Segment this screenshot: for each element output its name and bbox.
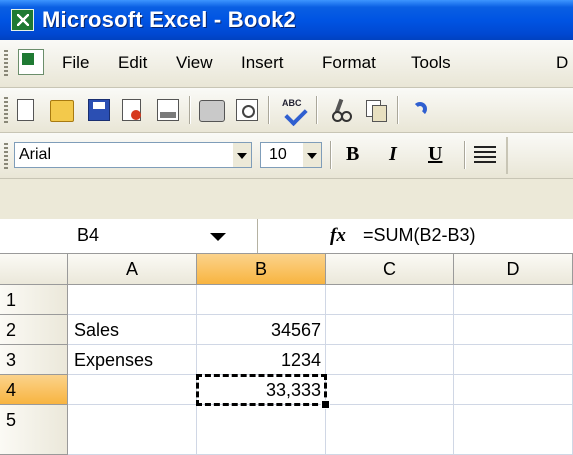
row-header-label: 1 [6,290,17,310]
align-left-icon[interactable] [474,146,496,164]
menu-tools[interactable]: Tools [411,53,451,73]
worksheet-grid: A B C D 1 2 3 4 5 Sales 34567 Expenses 1… [0,254,573,455]
excel-app-icon[interactable] [11,9,34,31]
row-header-label: 5 [6,410,17,430]
row-header-label: 3 [6,350,17,370]
underline-button[interactable]: U [428,143,442,166]
row-header-2[interactable]: 2 [0,315,68,345]
cell-c2[interactable] [326,315,454,345]
standard-toolbar: ABC [0,88,573,133]
cell-a1[interactable] [68,285,197,315]
toolbar-separator [316,96,318,124]
font-size-combo[interactable]: 10 [260,142,322,168]
menu-edit[interactable]: Edit [118,53,147,73]
cut-icon[interactable] [329,98,352,122]
cell-b4[interactable]: 33,333 [197,375,326,405]
toolbar-separator [397,96,399,124]
cell-d2[interactable] [454,315,573,345]
cell-b1[interactable] [197,285,326,315]
workbook-icon[interactable] [18,49,44,75]
font-size-value: 10 [269,146,287,163]
font-name-combo[interactable]: Arial [14,142,252,168]
cell-a2[interactable]: Sales [68,315,197,345]
cell-a5[interactable] [68,405,197,455]
fill-handle[interactable] [321,400,330,409]
size-dropdown-arrow-icon[interactable] [303,143,321,167]
cell-d3[interactable] [454,345,573,375]
row-header-5[interactable]: 5 [0,405,68,455]
preview-icon[interactable] [236,99,258,121]
cell-c1[interactable] [326,285,454,315]
menu-insert[interactable]: Insert [241,53,284,73]
toolbar-grip[interactable] [4,143,8,169]
name-box-dropdown-icon[interactable] [210,233,226,241]
cell-c4[interactable] [326,375,454,405]
row-header-label: 2 [6,320,17,340]
undo-icon[interactable] [409,99,431,121]
cell-a4[interactable] [68,375,197,405]
cell-d4[interactable] [454,375,573,405]
formula-input[interactable]: =SUM(B2-B3) [363,225,476,246]
menu-data[interactable]: D [556,53,568,73]
print-preview-icon[interactable] [157,99,179,121]
menu-file[interactable]: File [62,53,89,73]
copy-icon[interactable] [365,99,387,122]
italic-button[interactable]: I [389,143,397,166]
window-title: Microsoft Excel - Book2 [42,7,296,32]
menubar-grip[interactable] [4,50,8,76]
formula-bar: B4 fx =SUM(B2-B3) [0,219,573,254]
toolbar-end [506,137,508,174]
toolbar-grip[interactable] [4,97,8,123]
toolbar-separator [330,141,332,169]
spelling-icon[interactable]: ABC [280,98,308,127]
column-header-c[interactable]: C [326,254,454,285]
cell-d5[interactable] [454,405,573,455]
column-header-d[interactable]: D [454,254,573,285]
cell-c5[interactable] [326,405,454,455]
menu-bar: File Edit View Insert Format Tools D [0,40,573,88]
row-header-1[interactable]: 1 [0,285,68,315]
print-icon[interactable] [199,100,225,122]
bold-button[interactable]: B [346,143,359,166]
new-icon[interactable] [17,99,34,121]
menu-format[interactable]: Format [322,53,376,73]
insert-function-icon[interactable]: fx [330,225,346,247]
cell-d1[interactable] [454,285,573,315]
toolbar-separator [464,141,466,169]
row-header-3[interactable]: 3 [0,345,68,375]
font-dropdown-arrow-icon[interactable] [233,143,251,167]
column-header-a[interactable]: A [68,254,197,285]
cell-c3[interactable] [326,345,454,375]
cell-b2[interactable]: 34567 [197,315,326,345]
select-all-corner[interactable] [0,254,68,285]
menu-view[interactable]: View [176,53,213,73]
title-bar: Microsoft Excel - Book2 [0,0,573,40]
column-header-b[interactable]: B [197,254,326,285]
permission-icon[interactable] [122,99,141,121]
formatting-toolbar: Arial 10 B I U [0,133,573,179]
toolbar-separator [189,96,191,124]
row-header-4[interactable]: 4 [0,375,68,405]
font-name-value: Arial [19,146,52,163]
cell-b5[interactable] [197,405,326,455]
row-header-label: 4 [6,380,17,400]
name-box[interactable]: B4 [0,219,258,253]
cell-b3[interactable]: 1234 [197,345,326,375]
cell-a3[interactable]: Expenses [68,345,197,375]
save-icon[interactable] [88,99,110,121]
name-box-value: B4 [77,225,100,245]
open-icon[interactable] [50,100,74,122]
toolbar-separator [268,96,270,124]
